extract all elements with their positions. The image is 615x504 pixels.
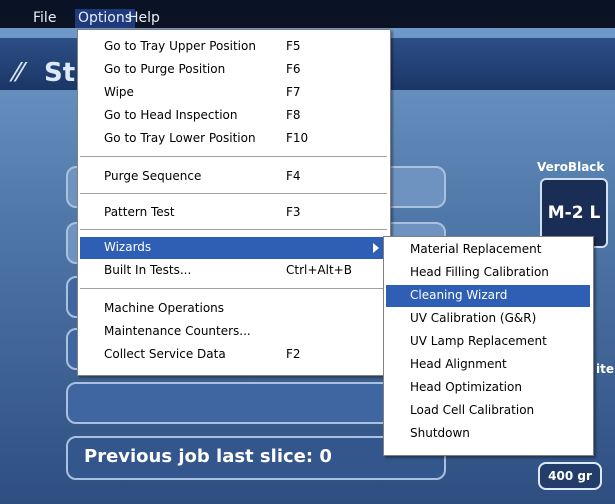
menu-item-purge-sequence[interactable]: Purge Sequence F4 (80, 166, 387, 188)
menu-item-shortcut: Ctrl+Alt+B (286, 263, 352, 277)
menu-item-label: Go to Tray Lower Position (104, 131, 256, 145)
status-text: Previous job last slice: 0 (84, 446, 332, 467)
menu-item-label: Wizards (104, 240, 152, 254)
weight-indicator: 400 gr (538, 462, 602, 490)
menu-help[interactable]: Help (125, 9, 163, 28)
wizard-item-label: Head Alignment (410, 357, 507, 371)
menu-item-shortcut: F5 (286, 39, 301, 53)
wizard-item-label: Material Replacement (410, 242, 542, 256)
menu-item-tray-lower[interactable]: Go to Tray Lower Position F10 (80, 128, 387, 150)
wizard-item-label: Head Optimization (410, 380, 522, 394)
menu-item-purge-position[interactable]: Go to Purge Position F6 (80, 59, 387, 81)
wizard-item-label: UV Calibration (G&R) (410, 311, 537, 325)
menu-item-shortcut: F4 (286, 169, 301, 183)
menu-item-shortcut: F3 (286, 205, 301, 219)
wizard-item-label: Load Cell Calibration (410, 403, 535, 417)
menu-item-label: Go to Tray Upper Position (104, 39, 256, 53)
menu-item-collect-service-data[interactable]: Collect Service Data F2 (80, 344, 387, 366)
wizard-item-label: Head Filling Calibration (410, 265, 549, 279)
submenu-arrow-icon (373, 243, 379, 253)
menu-separator (80, 156, 387, 158)
material-name: VeroBlack (537, 160, 605, 174)
wizard-item-cleaning-wizard[interactable]: Cleaning Wizard (386, 285, 590, 307)
menu-item-pattern-test[interactable]: Pattern Test F3 (80, 202, 387, 224)
menu-separator (80, 229, 387, 231)
menu-item-label: Purge Sequence (104, 169, 202, 183)
menu-item-head-inspection[interactable]: Go to Head Inspection F8 (80, 105, 387, 127)
menu-item-shortcut: F7 (286, 85, 301, 99)
menu-item-shortcut: F2 (286, 347, 301, 361)
menu-item-wipe[interactable]: Wipe F7 (80, 82, 387, 104)
wizard-item-shutdown[interactable]: Shutdown (386, 423, 590, 445)
logo-text: St (44, 58, 76, 88)
menu-item-machine-operations[interactable]: Machine Operations (80, 298, 387, 320)
wizard-item-label: Cleaning Wizard (410, 288, 508, 302)
menu-item-label: Maintenance Counters... (104, 324, 251, 338)
wizard-item-uv-calibration[interactable]: UV Calibration (G&R) (386, 308, 590, 330)
menu-item-label: Machine Operations (104, 301, 225, 315)
wizard-item-uv-lamp-replacement[interactable]: UV Lamp Replacement (386, 331, 590, 353)
menu-item-label: Wipe (104, 85, 134, 99)
menu-item-label: Go to Purge Position (104, 62, 226, 76)
wizard-item-label: UV Lamp Replacement (410, 334, 547, 348)
material-side-text: ite (596, 362, 614, 376)
wizard-item-head-alignment[interactable]: Head Alignment (386, 354, 590, 376)
menu-item-label: Go to Head Inspection (104, 108, 238, 122)
menu-item-label: Pattern Test (104, 205, 175, 219)
menu-item-maintenance-counters[interactable]: Maintenance Counters... (80, 321, 387, 343)
wizard-item-head-filling-calibration[interactable]: Head Filling Calibration (386, 262, 590, 284)
wizard-item-head-optimization[interactable]: Head Optimization (386, 377, 590, 399)
menu-item-label: Built In Tests... (104, 263, 192, 277)
menu-separator (80, 288, 387, 290)
wizards-submenu: Material Replacement Head Filling Calibr… (383, 236, 594, 456)
wizard-item-material-replacement[interactable]: Material Replacement (386, 239, 590, 261)
options-menu: Go to Tray Upper Position F5 Go to Purge… (77, 29, 391, 376)
logo-icon: ⁄⁄ (14, 58, 23, 88)
menu-item-shortcut: F8 (286, 108, 301, 122)
wizard-item-label: Shutdown (410, 426, 470, 440)
wizard-item-load-cell-calibration[interactable]: Load Cell Calibration (386, 400, 590, 422)
menu-item-shortcut: F6 (286, 62, 301, 76)
menu-item-built-in-tests[interactable]: Built In Tests... Ctrl+Alt+B (80, 260, 387, 282)
menu-separator (80, 193, 387, 195)
menu-item-tray-upper[interactable]: Go to Tray Upper Position F5 (80, 36, 387, 58)
menu-item-wizards[interactable]: Wizards (80, 237, 387, 259)
menu-bar: File Options Help (0, 0, 615, 28)
menu-item-label: Collect Service Data (104, 347, 226, 361)
menu-file[interactable]: File (30, 9, 59, 28)
menu-item-shortcut: F10 (286, 131, 309, 145)
